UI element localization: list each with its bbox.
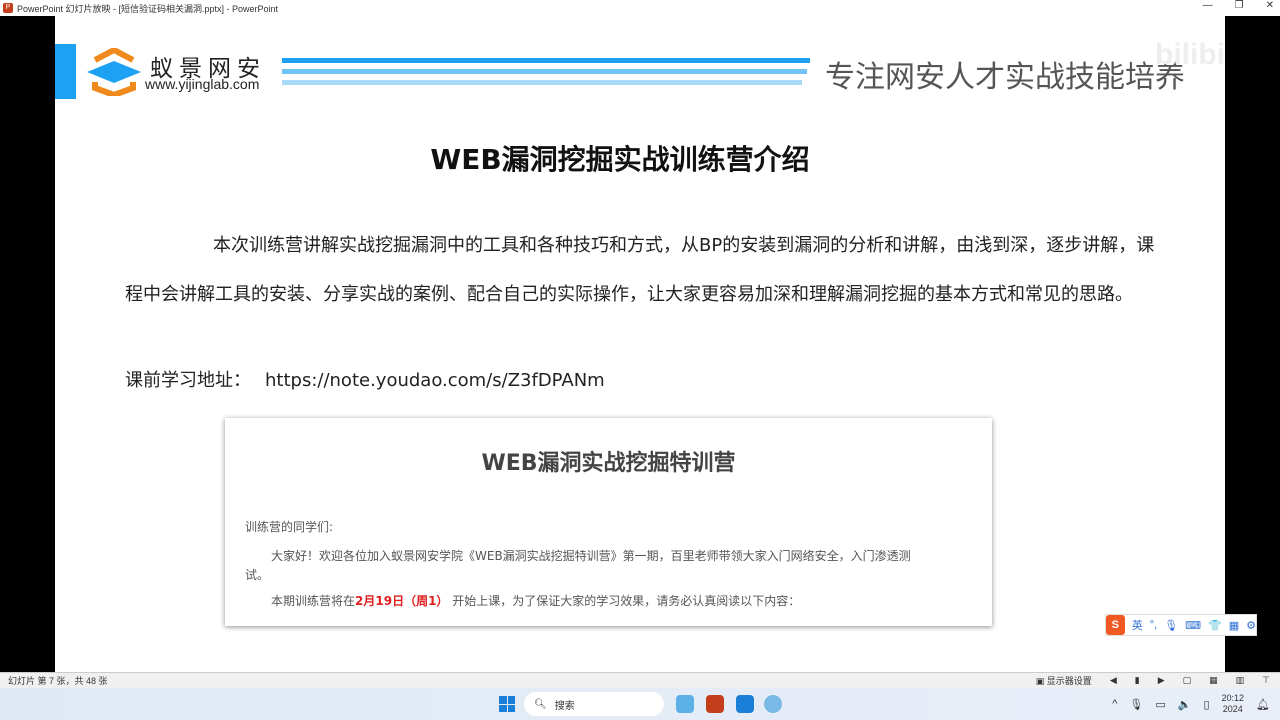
slogan: 专注网安人才实战技能培养 [825,60,1185,95]
start-icon[interactable] [499,696,515,712]
accent-bar [55,44,76,99]
stripe [282,69,807,74]
reading-view-icon[interactable]: ▥ [1236,675,1245,686]
document-screenshot: WEB漏洞实战挖掘特训营 训练营的同学们: 大家好！欢迎各位加入蚁景网安学院《W… [225,418,992,626]
search-box[interactable]: 🔍︎ 搜索 [524,692,664,716]
notification-icon[interactable]: 🔔︎ [1256,698,1270,711]
intro-paragraph: 本次训练营讲解实战挖掘漏洞中的工具和各种技巧和方式，从BP的安装到漏洞的分析和讲… [125,235,1155,305]
clock[interactable]: 20:12 2024 [1222,693,1245,715]
doc-text: 开始上课，为了保证大家的学习效果，请务必认真阅读以下内容： [448,594,801,608]
minimize-button[interactable]: — [1203,0,1213,11]
doc-line: 试。 [245,568,270,582]
skin-icon[interactable]: 👕 [1208,619,1222,632]
display-settings-button[interactable]: ▣ 显示器设置 [1036,674,1092,687]
restore-button[interactable]: ❐ [1235,0,1244,11]
keyboard-icon[interactable]: ⌨ [1185,619,1201,632]
normal-view-icon[interactable]: ▢ [1183,675,1192,686]
slide[interactable]: 蚁景网安 www.yijinglab.com 专注网安人才实战技能培养 bili… [55,16,1225,672]
doc-title: WEB漏洞实战挖掘特训营 [481,451,736,476]
microphone-icon[interactable]: 🎙 [1164,619,1178,632]
copilot-icon[interactable] [676,695,694,713]
slideshow-icon[interactable]: ⊤ [1262,675,1270,686]
graduation-cap-logo-icon [87,48,141,96]
taskbar: 🔍︎ 搜索 ^ 🎙 ▭ 🔈 ▯ 20:12 2024 🔔︎ [0,688,1280,720]
title-bar: P PowerPoint 幻灯片放映 - [短信验证码相关漏洞.pptx] - … [0,0,1280,16]
doc-line: 大家好！欢迎各位加入蚁景网安学院《WEB漏洞实战挖掘特训营》第一期，百里老师带领… [271,549,911,563]
sogou-icon[interactable]: S [1106,615,1125,635]
date: 2024 [1222,704,1243,714]
system-tray: ^ 🎙 ▭ 🔈 ▯ 20:12 2024 🔔︎ [1112,688,1270,720]
display-settings-label: 显示器设置 [1046,676,1092,686]
menu-icon[interactable]: ▮ [1135,675,1140,686]
previous-icon[interactable]: ◀ [1110,675,1117,686]
time: 20:12 [1221,693,1245,703]
powerpoint-taskbar-icon[interactable] [706,695,724,713]
ime-mode[interactable]: 英 [1132,617,1143,633]
search-icon: 🔍︎ [534,698,547,710]
doc-date: 2月19日（周1） [355,594,449,608]
url-label: 课前学习地址： [125,370,251,391]
watermark: bilibili [1155,38,1225,71]
next-icon[interactable]: ▶ [1158,675,1165,686]
battery-icon[interactable]: ▯ [1203,698,1209,711]
brand-site: www.yijinglab.com [145,76,260,92]
stripe [282,80,802,85]
url-link[interactable]: https://note.youdao.com/s/Z3fDPANm [265,370,605,391]
speaker-icon[interactable]: 🔈 [1178,698,1192,711]
network-icon[interactable]: ▭ [1155,698,1165,711]
study-url: 课前学习地址： https://note.youdao.com/s/Z3fDPAN… [125,366,605,392]
doc-text: 本期训练营将在 [271,594,356,608]
status-bar: 幻灯片 第 7 张，共 48 张 ▣ 显示器设置 ◀ ▮ ▶ ▢ ▦ ▥ ⊤ [0,672,1280,688]
app-icon[interactable] [764,695,782,713]
slide-counter: 幻灯片 第 7 张，共 48 张 [8,676,108,686]
powerpoint-icon: P [3,3,13,13]
close-button[interactable]: ✕ [1266,0,1274,11]
window-title: PowerPoint 幻灯片放映 - [短信验证码相关漏洞.pptx] - Po… [17,3,279,14]
slide-title: WEB漏洞挖掘实战训练营介绍 [430,143,810,176]
app-icon[interactable] [736,695,754,713]
doc-greeting: 训练营的同学们: [245,520,334,534]
microphone-icon[interactable]: 🎙 [1129,698,1143,711]
sorter-view-icon[interactable]: ▦ [1209,675,1218,686]
doc-line: 本期训练营将在2月19日（周1） 开始上课，为了保证大家的学习效果，请务必认真阅… [271,592,800,609]
ime-punct[interactable]: °, [1150,619,1157,631]
stripe [282,58,810,63]
ime-toolbar[interactable]: S 英 °, 🎙 ⌨ 👕 ▦ ⚙ [1105,614,1257,636]
settings-icon[interactable]: ⚙ [1246,619,1256,632]
search-placeholder: 搜索 [554,700,575,712]
grid-icon[interactable]: ▦ [1229,619,1239,632]
chevron-up-icon[interactable]: ^ [1112,698,1117,710]
